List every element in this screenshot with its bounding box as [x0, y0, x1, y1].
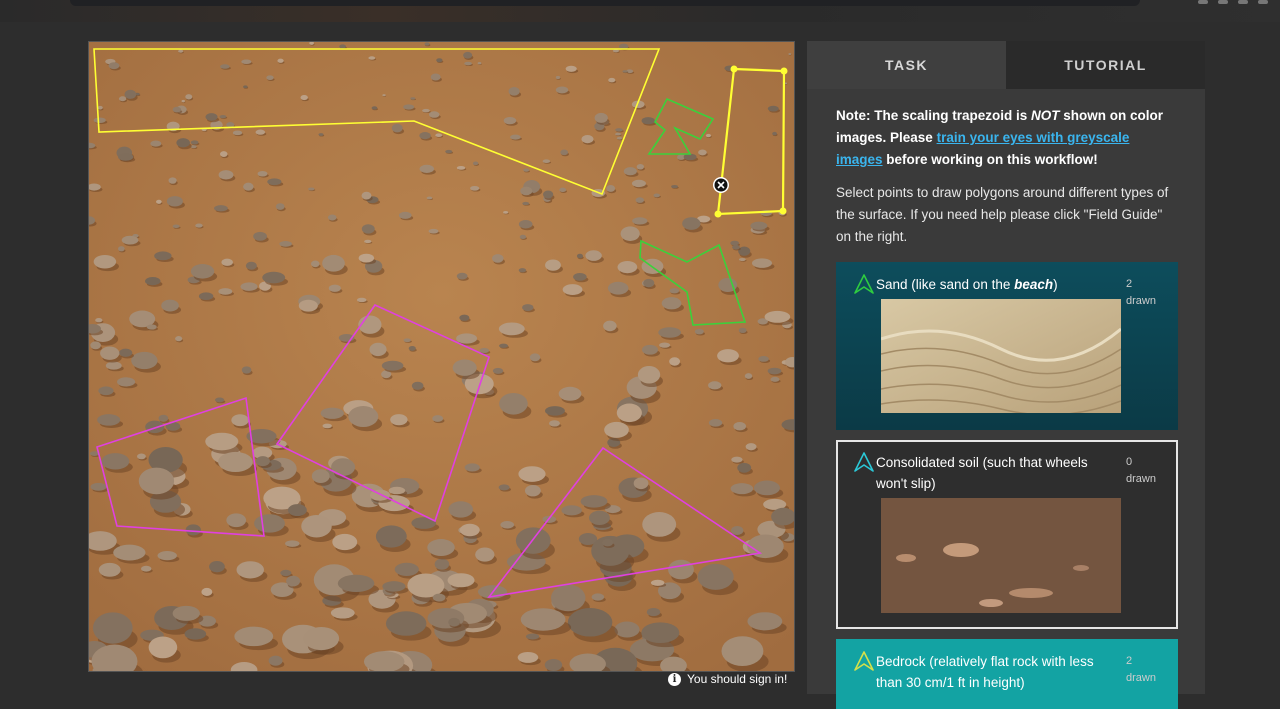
delete-polygon-icon[interactable] — [713, 177, 729, 193]
choice-sand-count: 2 drawn — [1126, 278, 1156, 307]
polygon-tool-icon — [854, 274, 874, 294]
subject-image-viewer[interactable] — [88, 41, 795, 672]
choice-sand-label: Sand (like sand on the beach) — [876, 277, 1058, 292]
tab-tutorial[interactable]: TUTORIAL — [1006, 41, 1205, 89]
task-panel: TASK TUTORIAL Note: The scaling trapezoi… — [807, 41, 1205, 709]
sign-in-text: You should sign in! — [687, 672, 788, 686]
task-note: Note: The scaling trapezoid is NOT shown… — [836, 108, 1164, 167]
sand-example-image — [881, 299, 1121, 413]
choice-consolidated-soil[interactable]: Consolidated soil (such that wheels won'… — [836, 440, 1178, 629]
soil-example-image — [881, 498, 1121, 613]
polygon-tool-icon — [854, 651, 874, 671]
choice-bedrock-label: Bedrock (relatively flat rock with less … — [876, 654, 1094, 690]
tab-task[interactable]: TASK — [807, 41, 1006, 89]
subject-image[interactable] — [89, 42, 794, 671]
choice-bedrock[interactable]: Bedrock (relatively flat rock with less … — [836, 639, 1178, 709]
polygon-tool-icon — [854, 452, 874, 472]
task-instructions: Select points to draw polygons around di… — [836, 185, 1169, 244]
info-icon: i — [668, 672, 681, 686]
browser-top-strip — [0, 0, 1280, 22]
choice-consolidated-soil-count: 0 drawn — [1126, 456, 1156, 485]
panel-tabs: TASK TUTORIAL — [807, 41, 1205, 89]
browser-toolbar-icons — [1198, 0, 1268, 6]
sign-in-notice[interactable]: i You should sign in! — [668, 672, 787, 686]
choice-bedrock-count: 2 drawn — [1126, 655, 1156, 684]
address-bar[interactable] — [70, 0, 1140, 6]
choice-consolidated-soil-label: Consolidated soil (such that wheels won'… — [876, 455, 1088, 491]
choice-sand[interactable]: Sand (like sand on the beach) 2 drawn — [836, 262, 1178, 430]
